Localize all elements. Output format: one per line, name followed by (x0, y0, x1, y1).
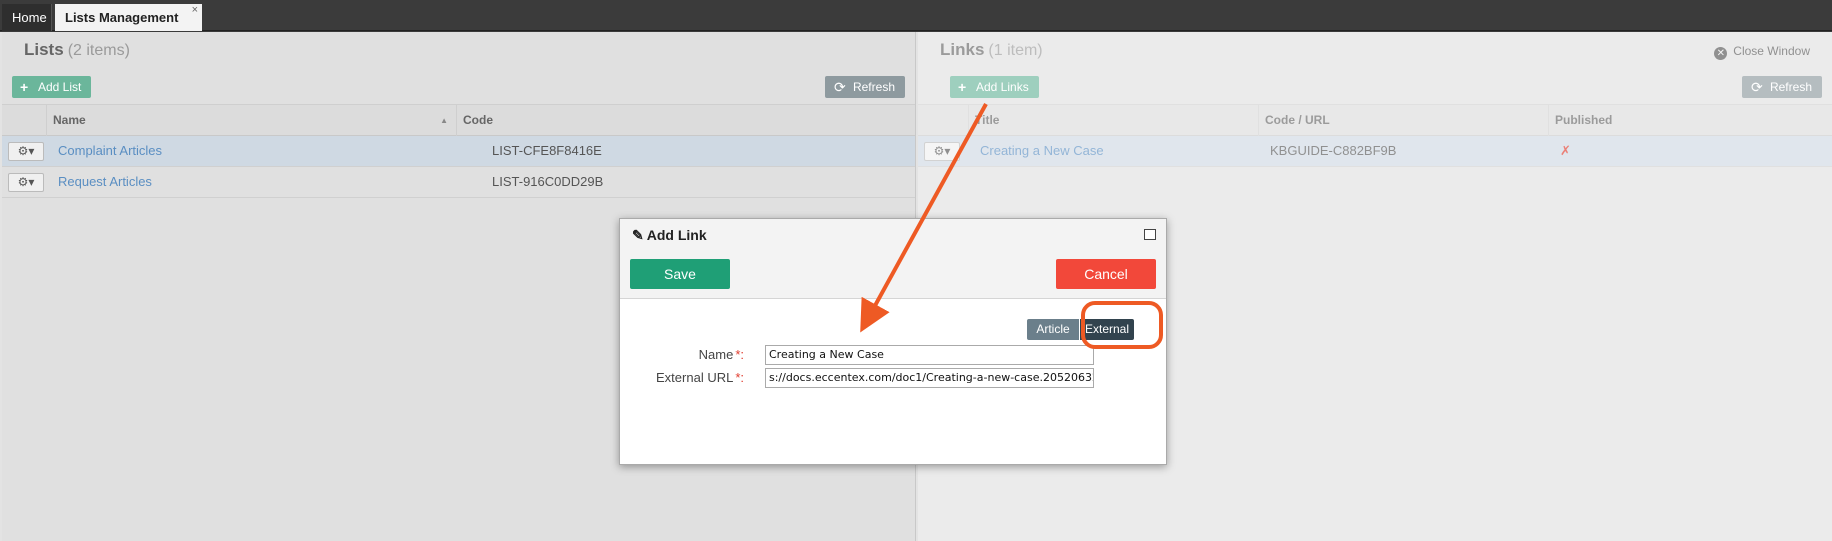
column-name[interactable]: Name ▲ (46, 105, 456, 136)
tab-lists-management-label: Lists Management (65, 10, 179, 25)
list-name-link[interactable]: Complaint Articles (52, 136, 162, 166)
url-label-text: External URL (656, 370, 734, 385)
lists-grid-header: Name ▲ Code (2, 104, 915, 136)
table-row[interactable]: ⚙▾ Creating a New Case KBGUIDE-C882BF9B … (918, 136, 1832, 167)
refresh-icon: ⟳ (833, 79, 846, 95)
lists-panel-title: Lists (2 items) (24, 40, 130, 60)
url-label: External URL *: (656, 370, 744, 385)
dialog-header: ✎ Add Link Save Cancel (620, 219, 1166, 299)
lists-title: Lists (24, 40, 64, 59)
tab-home[interactable]: Home (2, 4, 52, 31)
table-row[interactable]: ⚙▾ Complaint Articles LIST-CFE8F8416E (2, 136, 915, 167)
save-button[interactable]: Save (630, 259, 730, 289)
links-panel-title: Links (1 item) (940, 40, 1043, 60)
close-window-label: Close Window (1733, 44, 1810, 58)
refresh-links-button[interactable]: ⟳ Refresh (1741, 76, 1822, 98)
cancel-button[interactable]: Cancel (1056, 259, 1156, 289)
close-window-button[interactable]: ✕ Close Window (1714, 44, 1810, 60)
required-marker: *: (735, 370, 744, 385)
unpublished-icon: ✗ (1560, 143, 1571, 158)
external-url-field[interactable]: s://docs.eccentex.com/doc1/Creating-a-ne… (765, 368, 1094, 388)
add-list-button[interactable]: + Add List (12, 76, 92, 98)
plus-icon: + (958, 79, 967, 95)
maximize-icon[interactable] (1144, 229, 1156, 240)
close-circle-icon: ✕ (1714, 47, 1728, 60)
plus-icon: + (20, 79, 29, 95)
required-marker: *: (735, 347, 744, 362)
column-code[interactable]: Code (456, 105, 916, 136)
refresh-links-label: Refresh (1769, 80, 1812, 94)
add-link-dialog: ✎ Add Link Save Cancel Article External N… (619, 218, 1167, 465)
link-code: KBGUIDE-C882BF9B (1270, 143, 1397, 158)
tab-bar: Home Lists Management × (0, 0, 1832, 31)
pencil-icon: ✎ (632, 227, 644, 243)
list-code: LIST-CFE8F8416E (492, 143, 602, 158)
table-row[interactable]: ⚙▾ Request Articles LIST-916C0DD29B (2, 167, 915, 198)
tab-close-icon[interactable]: × (192, 0, 198, 24)
refresh-lists-label: Refresh (852, 80, 895, 94)
add-links-label: Add Links (976, 80, 1029, 94)
column-published[interactable]: Published (1548, 105, 1832, 136)
refresh-lists-button[interactable]: ⟳ Refresh (824, 76, 905, 98)
tab-lists-management[interactable]: Lists Management × (55, 4, 202, 31)
name-label: Name *: (699, 347, 744, 362)
add-list-label: Add List (38, 80, 82, 94)
dialog-title-label: Add Link (646, 227, 707, 243)
column-name-label: Name (53, 113, 86, 127)
name-label-text: Name (698, 347, 734, 362)
row-actions-gear-icon[interactable]: ⚙▾ (8, 173, 44, 192)
add-links-button[interactable]: + Add Links (950, 76, 1039, 98)
refresh-icon: ⟳ (1750, 79, 1763, 95)
link-title[interactable]: Creating a New Case (974, 136, 1104, 166)
toggle-article[interactable]: Article (1027, 319, 1079, 340)
row-actions-gear-icon[interactable]: ⚙▾ (924, 142, 960, 161)
list-name-link[interactable]: Request Articles (52, 167, 152, 197)
links-title: Links (940, 40, 985, 59)
sort-asc-icon: ▲ (440, 116, 448, 125)
toggle-external[interactable]: External (1080, 319, 1134, 340)
lists-count: (2 items) (67, 42, 130, 59)
list-code: LIST-916C0DD29B (492, 174, 604, 189)
row-actions-gear-icon[interactable]: ⚙▾ (8, 142, 44, 161)
column-title[interactable]: Title (968, 105, 1258, 136)
links-count: (1 item) (988, 42, 1043, 59)
dialog-title: ✎ Add Link (632, 227, 707, 244)
name-field[interactable]: Creating a New Case (765, 345, 1094, 365)
column-code-url[interactable]: Code / URL (1258, 105, 1548, 136)
links-grid-header: Title Code / URL Published (918, 104, 1832, 136)
